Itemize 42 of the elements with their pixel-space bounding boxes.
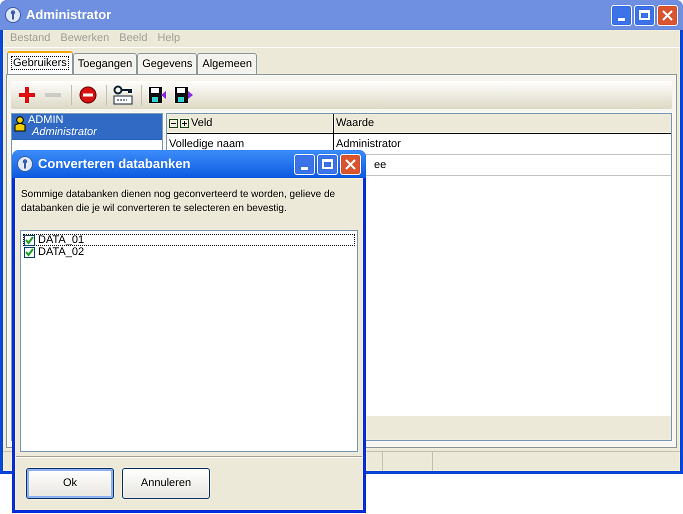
- dialog-icon: [17, 156, 33, 172]
- database-item[interactable]: DATA_02: [23, 246, 355, 258]
- maximize-button[interactable]: [317, 154, 338, 174]
- table-cell-text: Administrator: [335, 136, 402, 152]
- key-password-icon: [113, 85, 133, 105]
- maximize-button[interactable]: [634, 4, 655, 26]
- dialog-message: Sommige databanken dienen nog geconverteerd te worden, gelieve de databanken die je wil converteren te selecteren en bevestig.: [20, 188, 336, 216]
- no-entry-icon: [79, 86, 97, 104]
- tab[interactable]: Toegangen: [72, 53, 138, 74]
- minimize-button[interactable]: [294, 154, 315, 174]
- collapse-icon[interactable]: [169, 119, 178, 128]
- table-cell-text: Volledige naam: [169, 136, 244, 152]
- tab[interactable]: Gegevens: [137, 53, 198, 74]
- tab[interactable]: Gebruikers: [7, 51, 73, 74]
- floppy-arrow-left-icon: [148, 86, 168, 104]
- close-button[interactable]: [340, 154, 361, 174]
- dialog-button[interactable]: Annuleren: [122, 468, 210, 499]
- window-title: Administrator: [26, 6, 112, 24]
- floppy-arrow-right-icon: [174, 86, 194, 104]
- database-label: DATA_02: [38, 246, 84, 260]
- database-label: DATA_01: [38, 232, 84, 247]
- tab[interactable]: Algemeen: [197, 53, 257, 74]
- checkbox[interactable]: [24, 234, 35, 246]
- app-icon: [5, 7, 21, 23]
- minimize-button[interactable]: [611, 4, 632, 26]
- dialog-title: Converteren databanken: [38, 155, 192, 174]
- x-icon: [662, 10, 673, 20]
- user-item[interactable]: ADMIN Administrator: [12, 114, 162, 140]
- column-header: Veld: [191, 116, 212, 132]
- toolbar-button[interactable]: [111, 83, 135, 107]
- x-icon: [345, 158, 356, 170]
- dialog-button[interactable]: Ok: [26, 468, 114, 499]
- database-item[interactable]: DATA_01: [23, 234, 355, 246]
- user-name: ADMIN: [28, 114, 64, 126]
- table-cell-text: ee: [373, 158, 388, 173]
- column-header: Waarde: [335, 116, 376, 132]
- expand-icon[interactable]: [180, 119, 189, 128]
- close-button[interactable]: [657, 4, 678, 26]
- checkbox[interactable]: [24, 246, 35, 258]
- user-icon: [14, 116, 26, 132]
- plus-icon: [18, 86, 36, 104]
- user-role: Administrator: [30, 126, 97, 138]
